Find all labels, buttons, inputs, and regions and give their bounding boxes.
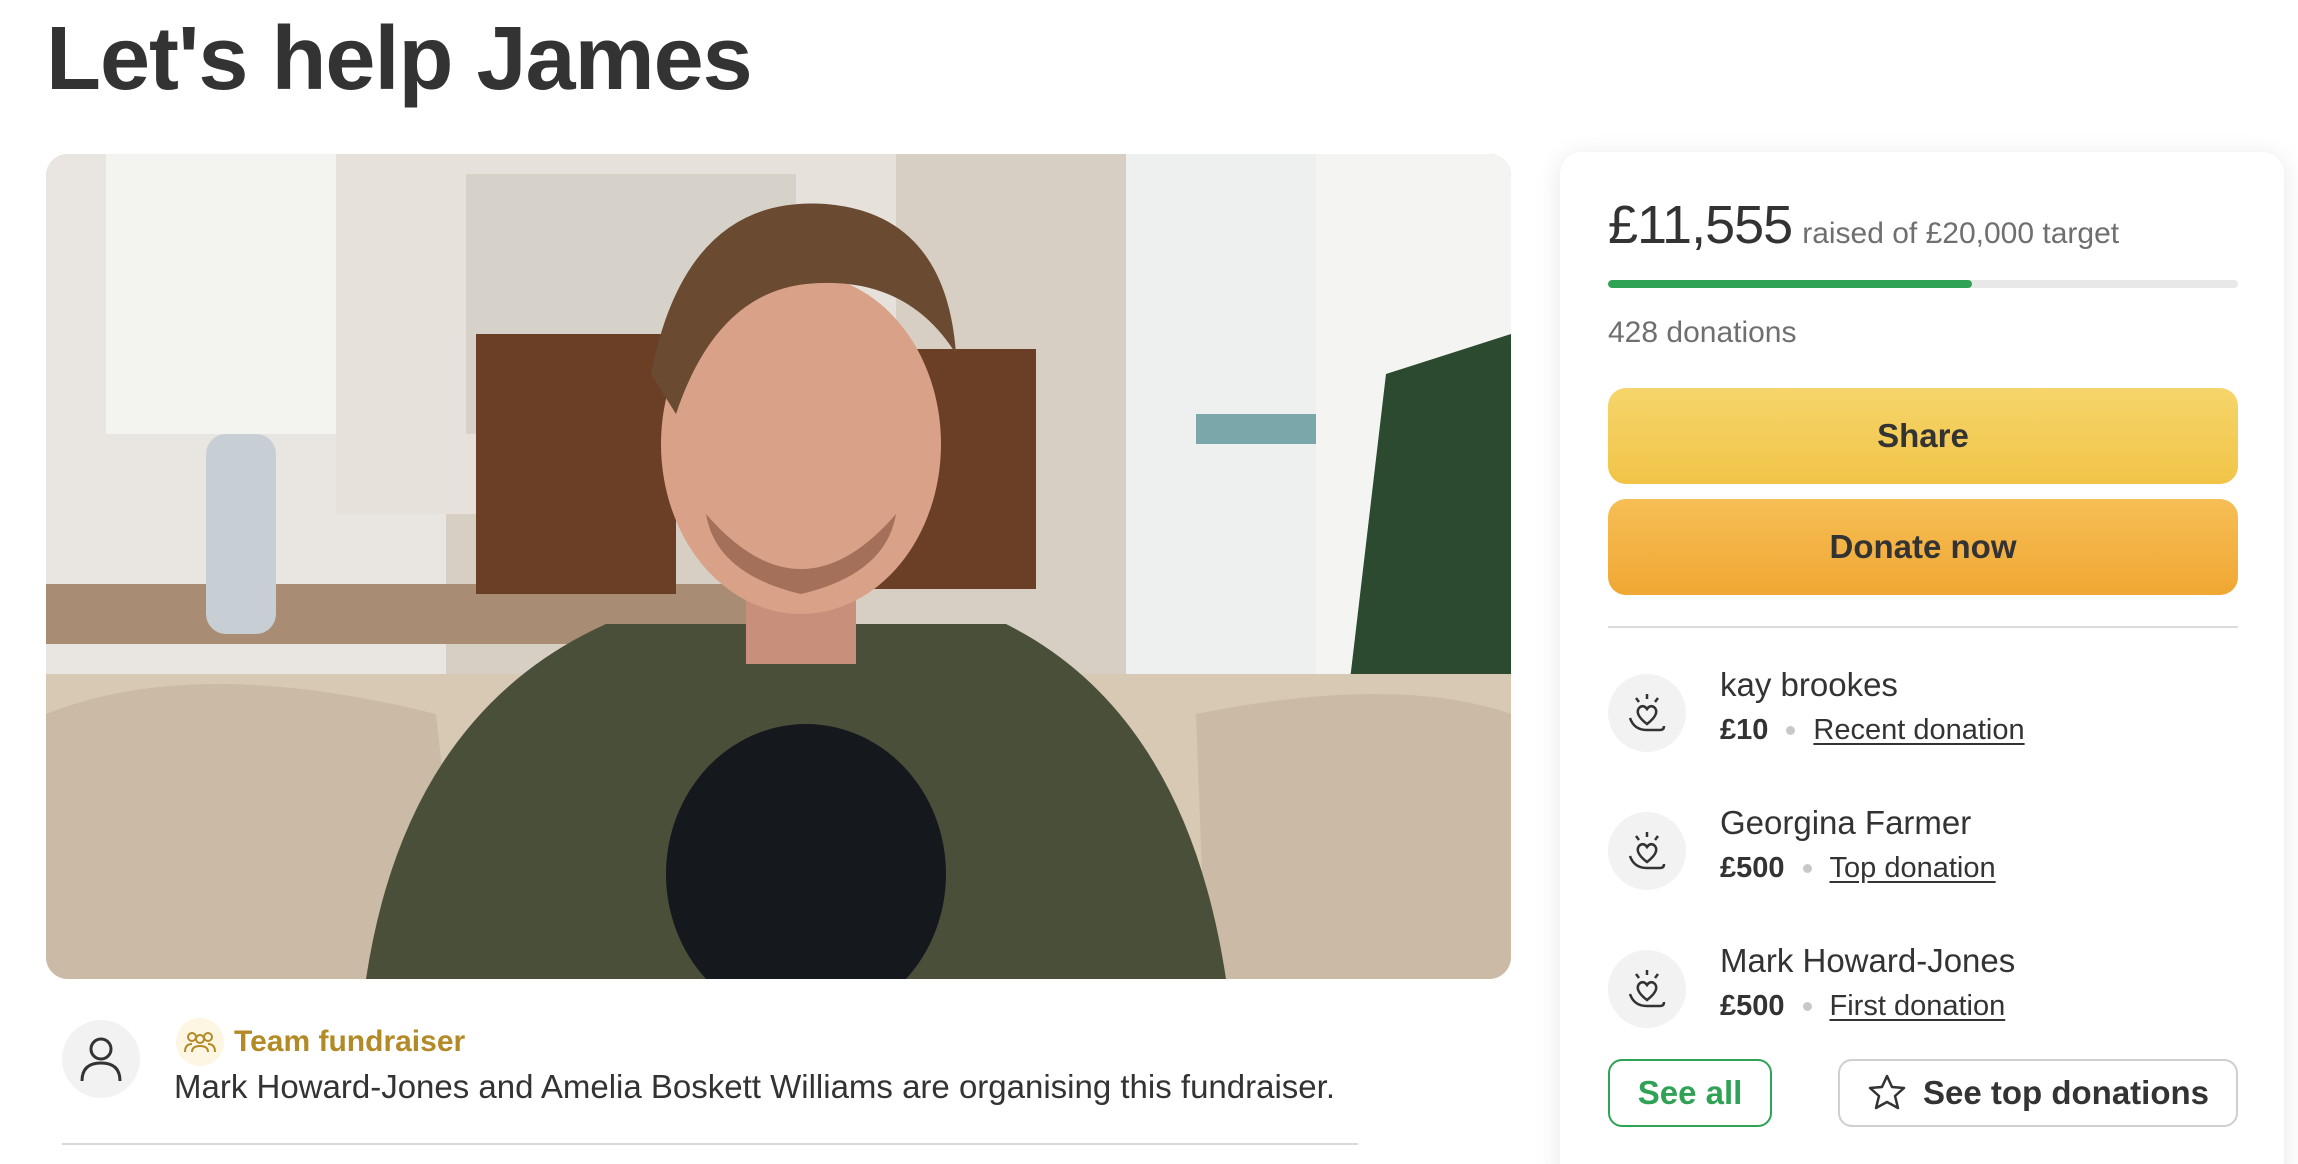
donation-card: £11,555 raised of £20,000 target 428 don… (1560, 152, 2284, 1164)
separator-dot (1802, 1002, 1812, 1011)
photo-illustration (46, 154, 1511, 979)
donation-heart-icon (1608, 674, 1686, 752)
donation-item: Georgina Farmer £500 Top donation (1608, 804, 2238, 904)
see-all-button[interactable]: See all (1608, 1059, 1772, 1127)
organiser-section: Team fundraiser Mark Howard-Jones and Am… (62, 1010, 1362, 1140)
donation-item: kay brookes £10 Recent donation (1608, 666, 2238, 766)
donor-name: Mark Howard-Jones (1720, 942, 2016, 979)
see-top-donations-label: See top donations (1922, 1074, 2209, 1111)
donation-meta: £10 Recent donation (1720, 714, 2025, 747)
donation-heart-icon (1608, 812, 1686, 890)
donate-now-button[interactable]: Donate now (1608, 499, 2238, 595)
donation-tag-link[interactable]: Top donation (1830, 852, 1996, 885)
donations-count: 428 donations (1608, 316, 1797, 349)
progress-bar (1608, 280, 2238, 288)
donation-item: Mark Howard-Jones £500 First donation (1608, 942, 2238, 1042)
separator-dot (1786, 726, 1796, 735)
team-fundraiser-badge: Team fundraiser (176, 1016, 465, 1068)
donation-heart-icon (1608, 950, 1686, 1028)
donor-name: Georgina Farmer (1720, 804, 1972, 841)
team-fundraiser-label: Team fundraiser (234, 1025, 466, 1058)
hero-photo (46, 154, 1511, 979)
donation-amount: £500 (1720, 852, 1785, 884)
donation-tag-link[interactable]: First donation (1830, 990, 2006, 1023)
card-divider (1608, 626, 2238, 628)
target-text: raised of £20,000 target (1802, 217, 2120, 250)
donation-amount: £10 (1720, 714, 1769, 746)
donation-amount: £500 (1720, 990, 1785, 1022)
page-title: Let's help James (46, 9, 753, 109)
amount-raised: £11,555 (1608, 195, 1793, 255)
donation-tag-link[interactable]: Recent donation (1813, 714, 2024, 747)
share-button[interactable]: Share (1608, 388, 2238, 484)
see-top-donations-button[interactable]: See top donations (1838, 1059, 2238, 1127)
progress-fill (1608, 280, 1972, 288)
section-divider (62, 1143, 1358, 1145)
donation-meta: £500 First donation (1720, 990, 2005, 1023)
separator-dot (1802, 864, 1812, 873)
star-icon (1868, 1074, 1906, 1110)
organiser-avatar[interactable] (62, 1020, 140, 1098)
user-icon (80, 1037, 122, 1082)
donor-name: kay brookes (1720, 666, 1898, 703)
organiser-text: Mark Howard-Jones and Amelia Boskett Wil… (174, 1068, 1335, 1105)
donation-meta: £500 Top donation (1720, 852, 1996, 885)
amount-row: £11,555 raised of £20,000 target (1608, 194, 2119, 256)
team-icon (176, 1018, 224, 1066)
